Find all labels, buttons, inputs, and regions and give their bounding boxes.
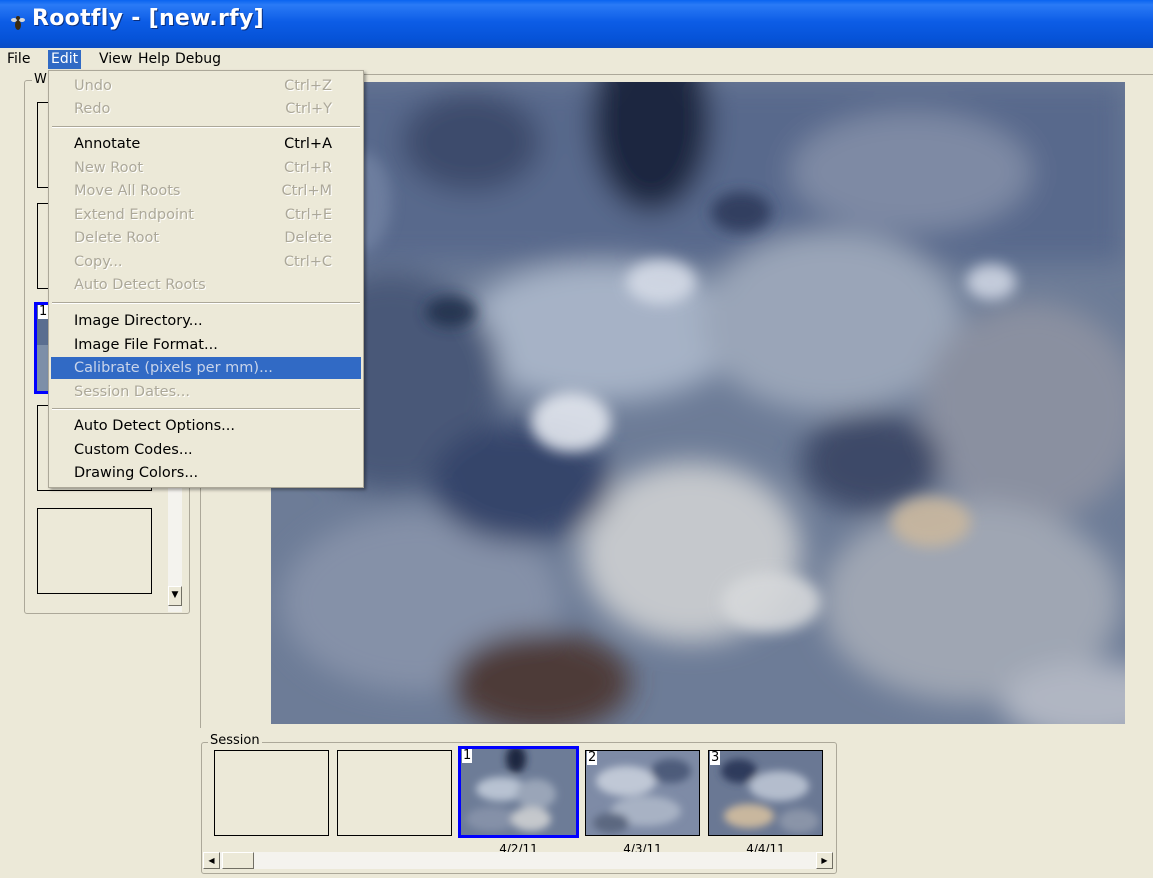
menu-item-label: Copy... (74, 254, 123, 270)
session-thumbnail-number: 2 (587, 750, 598, 765)
menu-item-label: Auto Detect Roots (74, 277, 206, 293)
menu-item-auto-detect-roots[interactable]: Auto Detect Roots (51, 274, 361, 296)
root-image[interactable] (271, 82, 1125, 724)
session-thumbnail-image (461, 749, 576, 835)
menu-item-label: Auto Detect Options... (74, 418, 236, 434)
edit-menu-dropdown: Undo Ctrl+Z Redo Ctrl+Y Annotate Ctrl+A … (48, 70, 364, 488)
scroll-right-button[interactable]: ▶ (816, 852, 833, 869)
scroll-left-button[interactable]: ◀ (203, 852, 220, 869)
menu-item-image-file-format[interactable]: Image File Format... (51, 334, 361, 356)
menu-edit[interactable]: Edit (48, 50, 82, 69)
scroll-down-button[interactable]: ▼ (168, 586, 182, 606)
menu-item-label: Session Dates... (74, 384, 190, 400)
menu-bar: File Edit View Help Debug (0, 48, 1153, 70)
session-thumbnail-empty[interactable] (214, 750, 329, 836)
session-scrollbar[interactable]: ◀ ▶ (203, 852, 833, 869)
menu-item-auto-detect-options[interactable]: Auto Detect Options... (51, 415, 361, 437)
title-bar[interactable]: Rootfly - [new.rfy] (0, 0, 1153, 48)
menu-separator (52, 408, 360, 410)
menu-item-label: Annotate (74, 136, 141, 152)
fly-icon (11, 16, 25, 30)
menu-item-calibrate[interactable]: Calibrate (pixels per mm)... (51, 357, 361, 379)
session-thumbnail-number: 3 (710, 750, 721, 765)
menu-item-shortcut: Ctrl+M (281, 183, 332, 199)
session-thumbnail-selected[interactable]: 1 (458, 746, 579, 838)
menu-item-image-directory[interactable]: Image Directory... (51, 310, 361, 332)
menu-separator (52, 302, 360, 304)
menu-item-annotate[interactable]: Annotate Ctrl+A (51, 133, 361, 155)
menu-separator (52, 126, 360, 128)
menu-item-label: Calibrate (pixels per mm)... (74, 360, 273, 376)
menu-item-label: Delete Root (74, 230, 160, 246)
session-thumbnail[interactable]: 2 (585, 750, 700, 836)
scroll-thumb[interactable] (222, 852, 254, 869)
menu-item-drawing-colors[interactable]: Drawing Colors... (51, 462, 361, 484)
menu-item-shortcut: Ctrl+A (284, 136, 332, 152)
window-thumbnail[interactable] (37, 508, 152, 594)
session-thumbnail-image (586, 751, 699, 835)
menu-item-label: Custom Codes... (74, 442, 193, 458)
menu-item-shortcut: Ctrl+Z (284, 78, 332, 94)
session-thumbnail-image (709, 751, 822, 835)
session-thumbnail-empty[interactable] (337, 750, 452, 836)
menu-item-delete-root[interactable]: Delete Root Delete (51, 227, 361, 249)
session-thumbnail[interactable]: 3 (708, 750, 823, 836)
menu-item-undo[interactable]: Undo Ctrl+Z (51, 75, 361, 97)
menu-help[interactable]: Help (135, 50, 173, 69)
menu-item-label: Extend Endpoint (74, 207, 194, 223)
window-thumbnail-number: 1 (38, 304, 49, 319)
menu-item-new-root[interactable]: New Root Ctrl+R (51, 157, 361, 179)
menu-item-move-all-roots[interactable]: Move All Roots Ctrl+M (51, 180, 361, 202)
menu-item-session-dates[interactable]: Session Dates... (51, 381, 361, 403)
menu-item-redo[interactable]: Redo Ctrl+Y (51, 98, 361, 120)
window-title: Rootfly - [new.rfy] (32, 6, 265, 31)
menu-item-extend-endpoint[interactable]: Extend Endpoint Ctrl+E (51, 204, 361, 226)
menu-item-shortcut: Ctrl+Y (285, 101, 332, 117)
menu-item-shortcut: Ctrl+C (283, 254, 332, 270)
menu-item-label: Move All Roots (74, 183, 181, 199)
session-caption: Session (208, 733, 262, 748)
menu-item-label: Undo (74, 78, 112, 94)
menu-item-shortcut: Delete (284, 230, 332, 246)
menu-view[interactable]: View (96, 50, 135, 69)
menu-item-label: Drawing Colors... (74, 465, 199, 481)
menu-item-label: Redo (74, 101, 111, 117)
menu-item-shortcut: Ctrl+E (284, 207, 332, 223)
menu-item-label: Image Directory... (74, 313, 203, 329)
menu-item-copy[interactable]: Copy... Ctrl+C (51, 251, 361, 273)
menu-file[interactable]: File (4, 50, 33, 69)
menu-item-label: New Root (74, 160, 144, 176)
menu-item-label: Image File Format... (74, 337, 218, 353)
menu-item-shortcut: Ctrl+R (283, 160, 332, 176)
window-group-caption: W (32, 72, 49, 87)
menu-debug[interactable]: Debug (172, 50, 224, 69)
session-thumbnail-number: 1 (462, 748, 473, 763)
menu-item-custom-codes[interactable]: Custom Codes... (51, 439, 361, 461)
